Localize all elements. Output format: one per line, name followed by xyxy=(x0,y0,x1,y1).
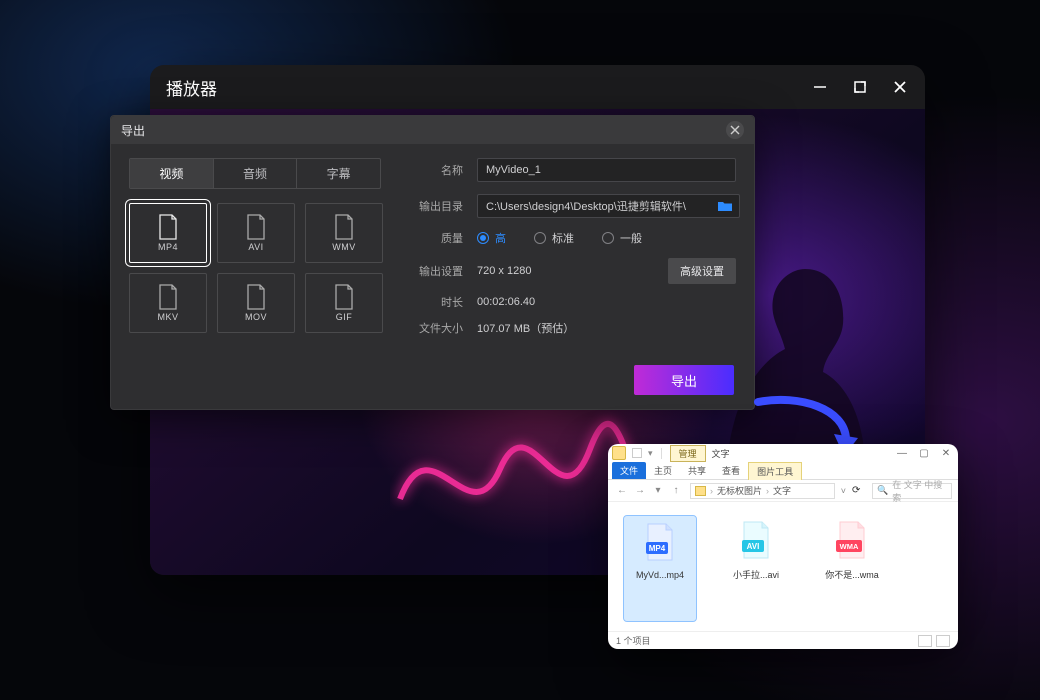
status-text: 1 个项目 xyxy=(616,634,651,647)
explorer-statusbar: 1 个项目 xyxy=(608,631,958,649)
quality-standard-radio[interactable]: 标准 xyxy=(534,230,574,246)
format-mkv[interactable]: MKV xyxy=(129,273,207,333)
quality-label: 质量 xyxy=(411,230,463,246)
qat-icon[interactable] xyxy=(632,448,642,458)
explorer-title: 文字 xyxy=(712,447,730,460)
export-button[interactable]: 导出 xyxy=(634,365,734,395)
export-title: 导出 xyxy=(121,122,145,139)
export-right-pane: 名称 输出目录 质量 高 标准 一般 xyxy=(411,158,736,346)
outset-label: 输出设置 xyxy=(411,263,463,279)
export-left-pane: 视频 音频 字幕 MP4 AVI WMV xyxy=(129,158,381,333)
file-thumb: AVI xyxy=(731,516,781,564)
explorer-maximize-button[interactable]: ▢ xyxy=(918,447,930,459)
view-details-button[interactable] xyxy=(918,635,932,647)
format-label: MP4 xyxy=(158,242,178,252)
stage: 播放器 导出 视频 音频 字幕 xyxy=(0,0,1040,700)
search-icon: 🔍 xyxy=(877,485,888,496)
minimize-button[interactable] xyxy=(811,78,829,96)
explorer-titlebar: ▾ 管理 文字 — ▢ ✕ xyxy=(608,444,958,462)
export-close-button[interactable] xyxy=(726,121,744,139)
folder-icon xyxy=(695,486,706,496)
export-dialog: 导出 视频 音频 字幕 MP4 AVI xyxy=(110,115,755,410)
format-grid: MP4 AVI WMV MKV xyxy=(129,203,381,333)
explorer-minimize-button[interactable]: — xyxy=(896,447,908,459)
close-button[interactable] xyxy=(891,78,909,96)
file-name: 你不是...wma xyxy=(825,568,879,581)
refresh-button[interactable]: ⟳ xyxy=(852,485,866,496)
browse-folder-button[interactable] xyxy=(714,195,736,217)
explorer-window: ▾ 管理 文字 — ▢ ✕ 文件 主页 共享 查看 图片工具 ← → ▾ ↑ xyxy=(608,444,958,649)
outdir-input[interactable] xyxy=(477,194,740,218)
format-mp4[interactable]: MP4 xyxy=(129,203,207,263)
svg-text:WMA: WMA xyxy=(840,542,859,551)
svg-text:MP4: MP4 xyxy=(649,544,666,553)
explorer-close-button[interactable]: ✕ xyxy=(940,447,952,459)
search-input[interactable]: 🔍 在 文字 中搜索 xyxy=(872,483,952,499)
file-item-mp4[interactable]: MP4 MyVd...mp4 xyxy=(624,516,696,621)
view-icons-button[interactable] xyxy=(936,635,950,647)
nav-up-button[interactable]: ↑ xyxy=(668,483,684,499)
format-mov[interactable]: MOV xyxy=(217,273,295,333)
tab-video[interactable]: 视频 xyxy=(130,159,214,188)
explorer-nav: ← → ▾ ↑ › 无标权图片 › 文字 ˅ ⟳ 🔍 在 文字 中搜索 xyxy=(608,480,958,502)
name-label: 名称 xyxy=(411,162,463,178)
export-tabs: 视频 音频 字幕 xyxy=(129,158,381,189)
export-titlebar: 导出 xyxy=(111,116,754,144)
outdir-label: 输出目录 xyxy=(411,198,463,214)
format-label: GIF xyxy=(336,312,353,322)
duration-label: 时长 xyxy=(411,294,463,310)
format-avi[interactable]: AVI xyxy=(217,203,295,263)
quality-normal-radio[interactable]: 一般 xyxy=(602,230,642,246)
file-thumb: WMA xyxy=(827,516,877,564)
ribbon-file[interactable]: 文件 xyxy=(612,462,646,479)
ribbon-share[interactable]: 共享 xyxy=(680,462,714,479)
file-item-wma[interactable]: WMA 你不是...wma xyxy=(816,516,888,621)
format-wmv[interactable]: WMV xyxy=(305,203,383,263)
nav-back-button[interactable]: ← xyxy=(614,483,630,499)
player-title: 播放器 xyxy=(166,75,217,100)
ribbon-pic-tools[interactable]: 图片工具 xyxy=(748,462,802,480)
tab-audio[interactable]: 音频 xyxy=(214,159,298,188)
file-name: 小手拉...avi xyxy=(733,568,779,581)
maximize-button[interactable] xyxy=(851,78,869,96)
filesize-value: 107.07 MB（预估） xyxy=(477,320,574,336)
format-label: WMV xyxy=(332,242,356,252)
format-label: MKV xyxy=(157,312,178,322)
duration-value: 00:02:06.40 xyxy=(477,296,535,308)
player-titlebar: 播放器 xyxy=(150,65,925,109)
breadcrumb-2[interactable]: 文字 xyxy=(773,484,791,497)
search-placeholder: 在 文字 中搜索 xyxy=(892,478,947,504)
address-dropdown-icon[interactable]: ˅ xyxy=(841,486,846,496)
qat-dropdown-icon[interactable]: ▾ xyxy=(648,448,653,459)
file-list: MP4 MyVd...mp4 AVI 小手拉...avi WMA 你不是...w… xyxy=(618,508,948,629)
format-label: AVI xyxy=(248,242,263,252)
tab-subtitle[interactable]: 字幕 xyxy=(297,159,380,188)
file-item-avi[interactable]: AVI 小手拉...avi xyxy=(720,516,792,621)
folder-icon xyxy=(612,446,626,460)
outset-value: 720 x 1280 xyxy=(477,265,531,277)
ribbon-home[interactable]: 主页 xyxy=(646,462,680,479)
nav-forward-button[interactable]: → xyxy=(632,483,648,499)
file-name: MyVd...mp4 xyxy=(636,570,684,580)
format-label: MOV xyxy=(245,312,267,322)
nav-history-button[interactable]: ▾ xyxy=(650,483,666,499)
name-input[interactable] xyxy=(477,158,736,182)
svg-text:AVI: AVI xyxy=(747,542,760,551)
format-gif[interactable]: GIF xyxy=(305,273,383,333)
breadcrumb-1[interactable]: 无标权图片 xyxy=(717,484,762,497)
advanced-settings-button[interactable]: 高级设置 xyxy=(668,258,736,284)
ribbon-view[interactable]: 查看 xyxy=(714,462,748,479)
manage-tab[interactable]: 管理 xyxy=(670,445,706,462)
filesize-label: 文件大小 xyxy=(411,320,463,336)
quality-high-radio[interactable]: 高 xyxy=(477,230,506,246)
file-thumb: MP4 xyxy=(635,518,685,566)
address-bar[interactable]: › 无标权图片 › 文字 xyxy=(690,483,835,499)
